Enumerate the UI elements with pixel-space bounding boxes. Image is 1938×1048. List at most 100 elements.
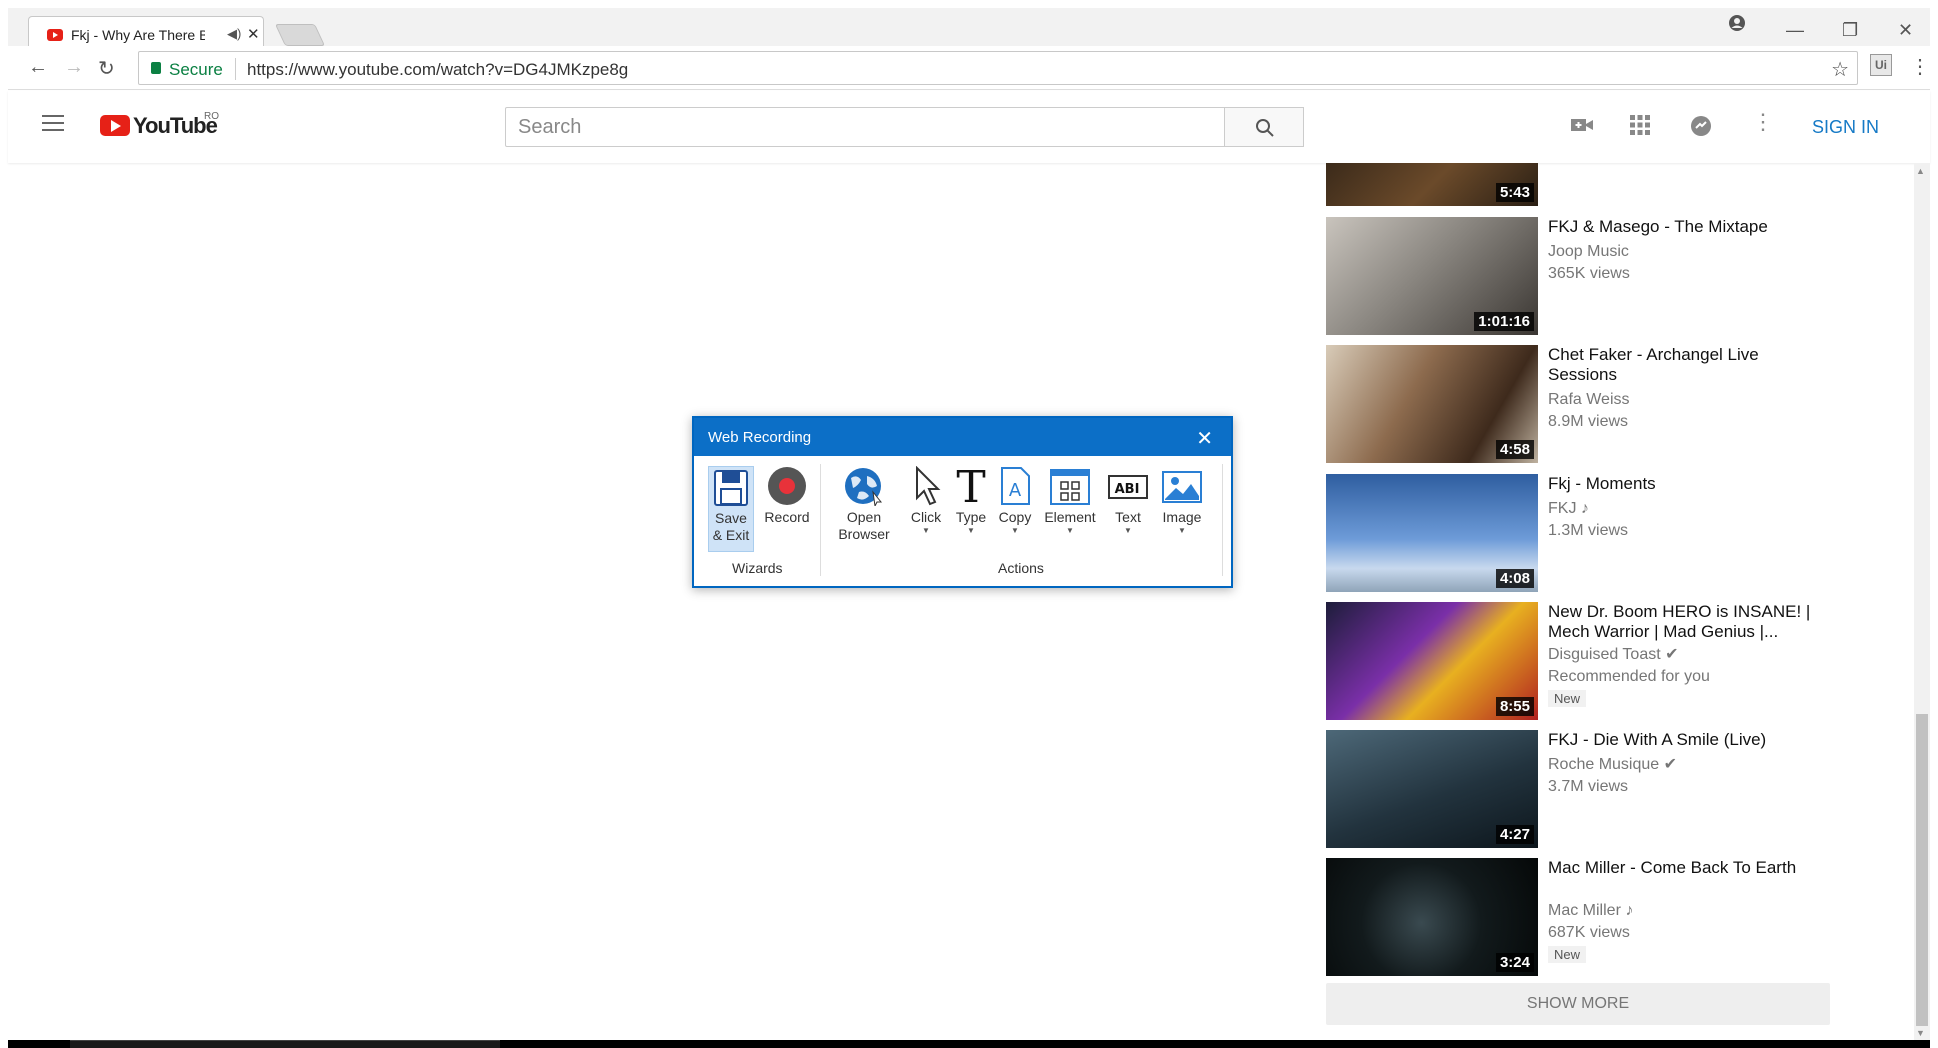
speaker-icon[interactable]: ◀) [227,26,241,42]
text-field-icon: ABI [1108,475,1148,499]
video-title[interactable]: Fkj - Moments [1548,474,1816,494]
video-thumbnail[interactable]: 1:01:16 [1326,217,1538,335]
url-text[interactable]: https://www.youtube.com/watch?v=DG4JMKzp… [247,60,628,80]
image-button[interactable]: Image ▼ [1156,466,1208,536]
element-label: Element [1044,509,1096,525]
type-button[interactable]: T Type ▼ [952,462,990,536]
dropdown-arrow-icon[interactable]: ▼ [906,526,946,536]
hamburger-menu-icon[interactable] [42,115,64,131]
new-badge: New [1548,690,1587,707]
video-thumbnail[interactable]: 4:27 [1326,730,1538,848]
video-item[interactable]: 1:01:16 FKJ & Masego - The Mixtape Joop … [1326,217,1926,337]
scroll-down-arrow-icon[interactable]: ▼ [1916,1028,1925,1038]
video-title[interactable]: FKJ & Masego - The Mixtape [1548,217,1816,237]
video-channel[interactable]: Disguised Toast ✔ [1548,644,1679,666]
video-views: 1.3M views [1548,522,1629,539]
scrollbar-thumb[interactable] [1916,714,1928,1026]
video-duration: 4:08 [1495,569,1534,588]
video-title[interactable]: FKJ - Die With A Smile (Live) [1548,730,1816,750]
video-thumbnail[interactable]: 4:58 [1326,345,1538,463]
video-item[interactable]: 4:08 Fkj - Moments FKJ ♪ 1.3M views [1326,474,1926,594]
sign-in-button[interactable]: SIGN IN [1812,117,1879,138]
video-duration: 8:55 [1495,697,1534,716]
reload-icon[interactable]: ↻ [98,56,115,81]
show-more-button[interactable]: SHOW MORE [1326,983,1830,1025]
image-label: Image [1162,509,1202,525]
dropdown-arrow-icon[interactable]: ▼ [1106,526,1150,536]
forward-arrow-icon[interactable]: → [64,56,84,79]
tab-title: Fkj - Why Are There B [71,27,205,43]
search-input[interactable]: Search [505,107,1225,147]
minimize-icon[interactable]: — [1786,20,1804,41]
search-button[interactable] [1225,107,1304,147]
record-button[interactable]: Record [762,466,812,526]
open-browser-button[interactable]: Open Browser [828,466,900,543]
dialog-close-icon[interactable]: ✕ [1196,426,1213,451]
copy-label: Copy [998,509,1032,525]
new-badge: New [1548,946,1587,963]
video-channel[interactable]: Rafa Weiss [1548,389,1630,411]
dialog-titlebar[interactable]: Web Recording ✕ [694,418,1231,456]
video-views: 8.9M views [1548,413,1629,430]
type-letter-t-icon: T [956,462,985,513]
dropdown-arrow-icon[interactable]: ▼ [996,526,1034,536]
video-recommended: Recommended for you [1548,668,1710,685]
taskbar-app-button[interactable] [70,1040,500,1048]
url-separator [235,58,236,80]
svg-text:ABI: ABI [1115,482,1140,497]
video-views: 3.7M views [1548,778,1629,795]
video-thumbnail[interactable]: 3:24 [1326,858,1538,976]
group-separator [1222,464,1223,576]
save-exit-button[interactable]: Save & Exit [708,466,754,552]
address-bar[interactable]: Secure https://www.youtube.com/watch?v=D… [138,51,1858,85]
tab-close-icon[interactable]: ✕ [247,25,260,43]
dropdown-arrow-icon[interactable]: ▼ [1156,526,1208,536]
click-button[interactable]: Click ▼ [906,465,946,536]
type-label: Type [955,509,987,525]
video-item[interactable]: 4:58 Chet Faker - Archangel Live Session… [1326,345,1926,465]
profile-icon[interactable] [1728,14,1746,37]
close-window-icon[interactable]: ✕ [1898,20,1913,41]
exit-label: & Exit [712,527,750,543]
secure-label: Secure [169,60,223,79]
video-item[interactable]: 4:27 FKJ - Die With A Smile (Live) Roche… [1326,730,1926,850]
video-channel[interactable]: Mac Miller ♪ [1548,900,1633,922]
video-thumbnail[interactable]: 5:43 [1326,163,1538,206]
text-button[interactable]: ABI Text ▼ [1106,466,1150,536]
image-picture-icon [1162,471,1202,503]
video-item[interactable]: 3:24 Mac Miller - Come Back To Earth Mac… [1326,858,1926,978]
video-title[interactable]: Chet Faker - Archangel Live Sessions [1548,345,1816,385]
uipath-extension-icon[interactable]: Ui [1870,54,1892,76]
video-channel[interactable]: Joop Music [1548,241,1629,263]
more-options-icon[interactable]: ⋮ [1752,109,1774,135]
new-tab-button[interactable] [274,24,326,46]
youtube-favicon-icon [47,29,63,41]
video-title[interactable]: Mac Miller - Come Back To Earth [1548,858,1816,878]
messages-icon[interactable] [1690,115,1712,142]
video-thumbnail[interactable]: 8:55 [1326,602,1538,720]
dropdown-arrow-icon[interactable]: ▼ [952,526,990,536]
video-channel[interactable]: Roche Musique ✔ [1548,754,1677,776]
browser-menu-icon[interactable]: ⋮ [1910,54,1930,79]
upload-video-icon[interactable] [1570,115,1594,140]
bookmark-star-icon[interactable]: ☆ [1831,57,1849,82]
video-thumbnail[interactable]: 4:08 [1326,474,1538,592]
copy-button[interactable]: A Copy ▼ [996,466,1034,536]
save-label: Save [715,510,747,526]
video-duration: 4:27 [1495,825,1534,844]
restore-icon[interactable]: ❐ [1842,20,1858,41]
back-arrow-icon[interactable]: ← [28,56,48,79]
scroll-up-arrow-icon[interactable]: ▲ [1916,166,1925,176]
video-title[interactable]: New Dr. Boom HERO is INSANE! | Mech Warr… [1548,602,1816,642]
youtube-logo-icon[interactable] [100,115,130,136]
video-item[interactable]: 8:55 New Dr. Boom HERO is INSANE! | Mech… [1326,602,1926,722]
element-button[interactable]: Element ▼ [1040,466,1100,536]
video-item[interactable]: 5:43 [1326,163,1926,207]
text-label: Text [1115,509,1141,525]
open-label: Open [846,509,882,525]
video-views: 687K views [1548,924,1630,941]
video-channel[interactable]: FKJ ♪ [1548,498,1589,520]
apps-grid-icon[interactable] [1630,115,1650,140]
actions-group-label: Actions [998,560,1044,576]
dropdown-arrow-icon[interactable]: ▼ [1040,526,1100,536]
